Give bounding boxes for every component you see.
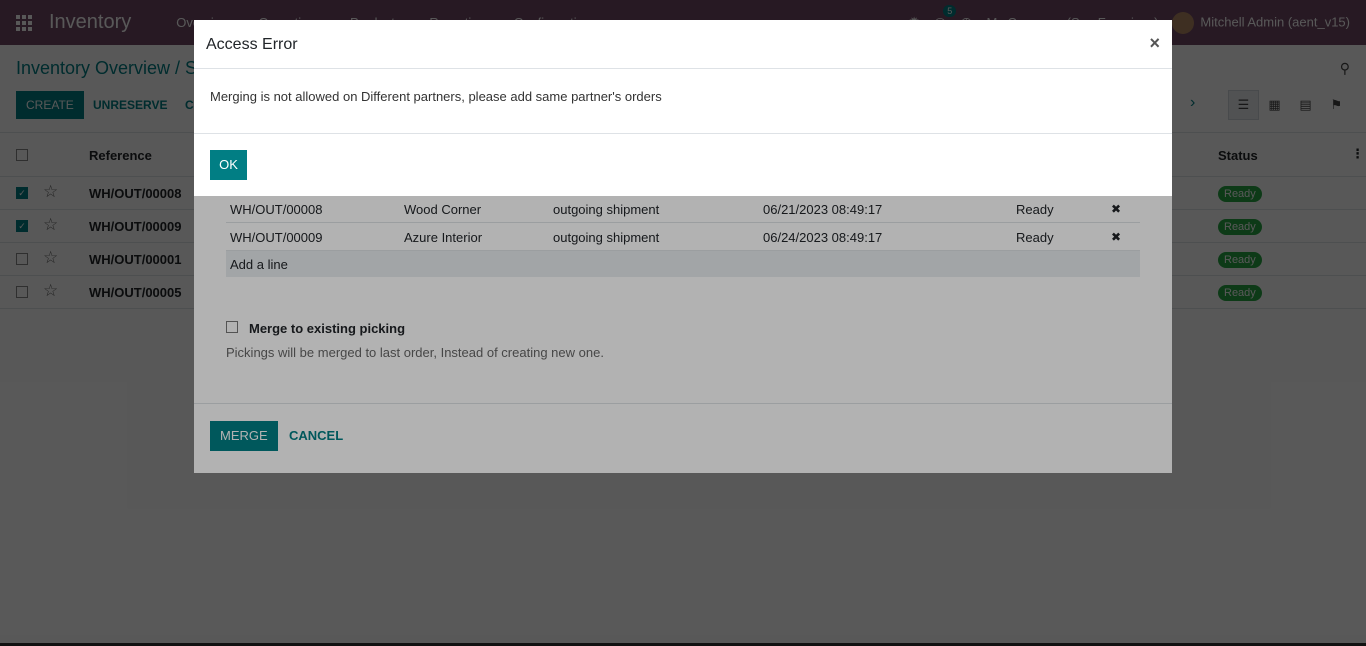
error-message: Merging is not allowed on Different part… — [210, 89, 662, 104]
access-error-dialog: Access Error × Merging is not allowed on… — [194, 20, 1172, 196]
close-icon[interactable]: × — [1149, 33, 1160, 54]
dialog-header: Access Error × — [194, 20, 1172, 69]
dialog-title: Access Error — [206, 36, 298, 53]
dialog-footer: OK — [194, 134, 1172, 196]
ok-button[interactable]: OK — [210, 150, 247, 180]
dialog-body: Merging is not allowed on Different part… — [194, 69, 1172, 134]
